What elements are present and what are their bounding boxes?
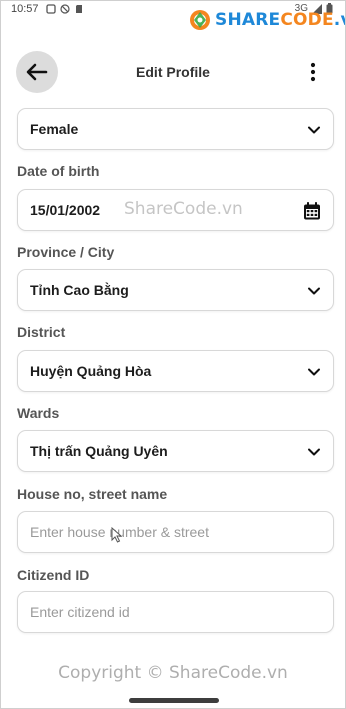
gender-value: Female — [30, 121, 79, 137]
house-field[interactable] — [17, 511, 334, 553]
citizen-id-field[interactable] — [17, 591, 334, 633]
home-indicator[interactable] — [129, 698, 219, 703]
logo-text-code: CODE — [280, 10, 334, 30]
logo-text-share: SHARE — [215, 10, 281, 30]
mouse-cursor-icon — [111, 527, 123, 543]
calendar-icon[interactable] — [302, 201, 322, 221]
more-vertical-icon — [310, 62, 316, 82]
blocked-icon — [60, 4, 70, 14]
chevron-down-icon — [308, 448, 320, 456]
sharecode-logo: SHARECODE.vn — [189, 9, 345, 31]
district-select[interactable]: Huyện Quảng Hòa — [17, 350, 334, 392]
watermark-middle: ShareCode.vn — [124, 199, 243, 219]
chevron-down-icon — [308, 126, 320, 134]
sharecode-logo-icon — [190, 10, 210, 30]
more-options-button[interactable] — [303, 59, 323, 85]
district-label: District — [17, 324, 66, 340]
wards-label: Wards — [17, 405, 60, 421]
province-value: Tỉnh Cao Bằng — [30, 282, 129, 298]
citizen-id-label: Citizend ID — [17, 567, 90, 583]
district-value: Huyện Quảng Hòa — [30, 363, 152, 379]
wards-value: Thị trấn Quảng Uyên — [30, 443, 168, 459]
status-notification-icons — [46, 4, 84, 14]
chevron-down-icon — [308, 287, 320, 295]
status-time: 10:57 — [11, 3, 39, 15]
app-frame: 10:57 3G SHARECODE.vn Edit Profile — [0, 0, 346, 709]
province-label: Province / City — [17, 244, 115, 260]
screenshot-icon — [46, 4, 56, 14]
app-header: Edit Profile — [1, 51, 345, 95]
dob-value: 15/01/2002 — [30, 202, 101, 218]
chevron-down-icon — [308, 368, 320, 376]
sim-card-icon — [76, 5, 82, 13]
logo-text-domain: .vn — [333, 10, 345, 30]
citizen-id-input[interactable] — [30, 592, 320, 632]
watermark-copyright: Copyright © ShareCode.vn — [58, 663, 288, 683]
page-title: Edit Profile — [136, 64, 210, 80]
gender-select[interactable]: Female — [17, 108, 334, 150]
wards-select[interactable]: Thị trấn Quảng Uyên — [17, 430, 334, 472]
sharecode-logo-text: SHARECODE.vn — [215, 10, 345, 30]
house-input[interactable] — [30, 512, 320, 552]
house-label: House no, street name — [17, 486, 168, 502]
province-select[interactable]: Tỉnh Cao Bằng — [17, 269, 334, 311]
dob-label: Date of birth — [17, 163, 100, 179]
